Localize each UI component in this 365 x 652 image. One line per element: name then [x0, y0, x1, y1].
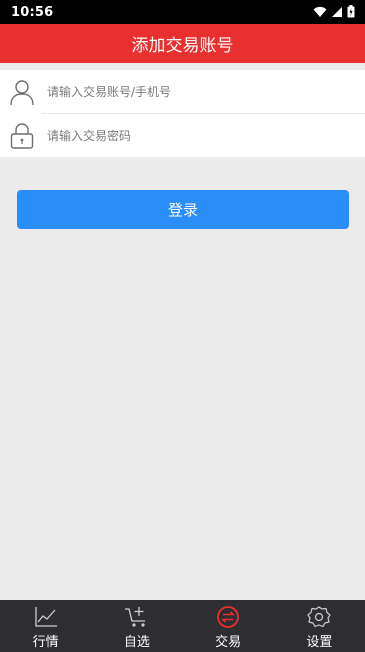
password-input[interactable]	[47, 123, 347, 149]
login-button[interactable]: 登录	[17, 190, 349, 229]
gear-icon	[307, 606, 331, 628]
wifi-icon	[313, 6, 327, 17]
lock-icon	[10, 123, 34, 149]
tab-label: 交易	[215, 635, 242, 650]
status-time: 10:56	[11, 5, 54, 20]
user-icon	[10, 80, 34, 106]
exchange-icon	[217, 606, 240, 628]
tab-trade[interactable]: 交易	[183, 600, 274, 652]
title-bar: 添加交易账号	[0, 24, 365, 63]
password-row	[0, 114, 365, 157]
tab-settings[interactable]: 设置	[274, 600, 365, 652]
signal-icon	[332, 6, 342, 17]
status-icons	[313, 5, 355, 18]
account-input[interactable]	[47, 79, 347, 105]
chart-icon	[34, 607, 57, 627]
tab-watchlist[interactable]: 自选	[91, 600, 182, 652]
page-title: 添加交易账号	[131, 36, 234, 56]
tab-label: 设置	[306, 635, 333, 650]
tab-label: 行情	[32, 635, 59, 650]
cart-add-icon	[124, 607, 145, 627]
battery-icon	[347, 5, 355, 18]
bottom-tab-bar: 行情 自选 交易 设置	[0, 600, 365, 652]
tab-quotes[interactable]: 行情	[0, 600, 91, 652]
tab-label: 自选	[123, 635, 150, 650]
login-form	[0, 70, 365, 157]
status-bar: 10:56	[0, 0, 365, 24]
account-row	[0, 70, 365, 114]
